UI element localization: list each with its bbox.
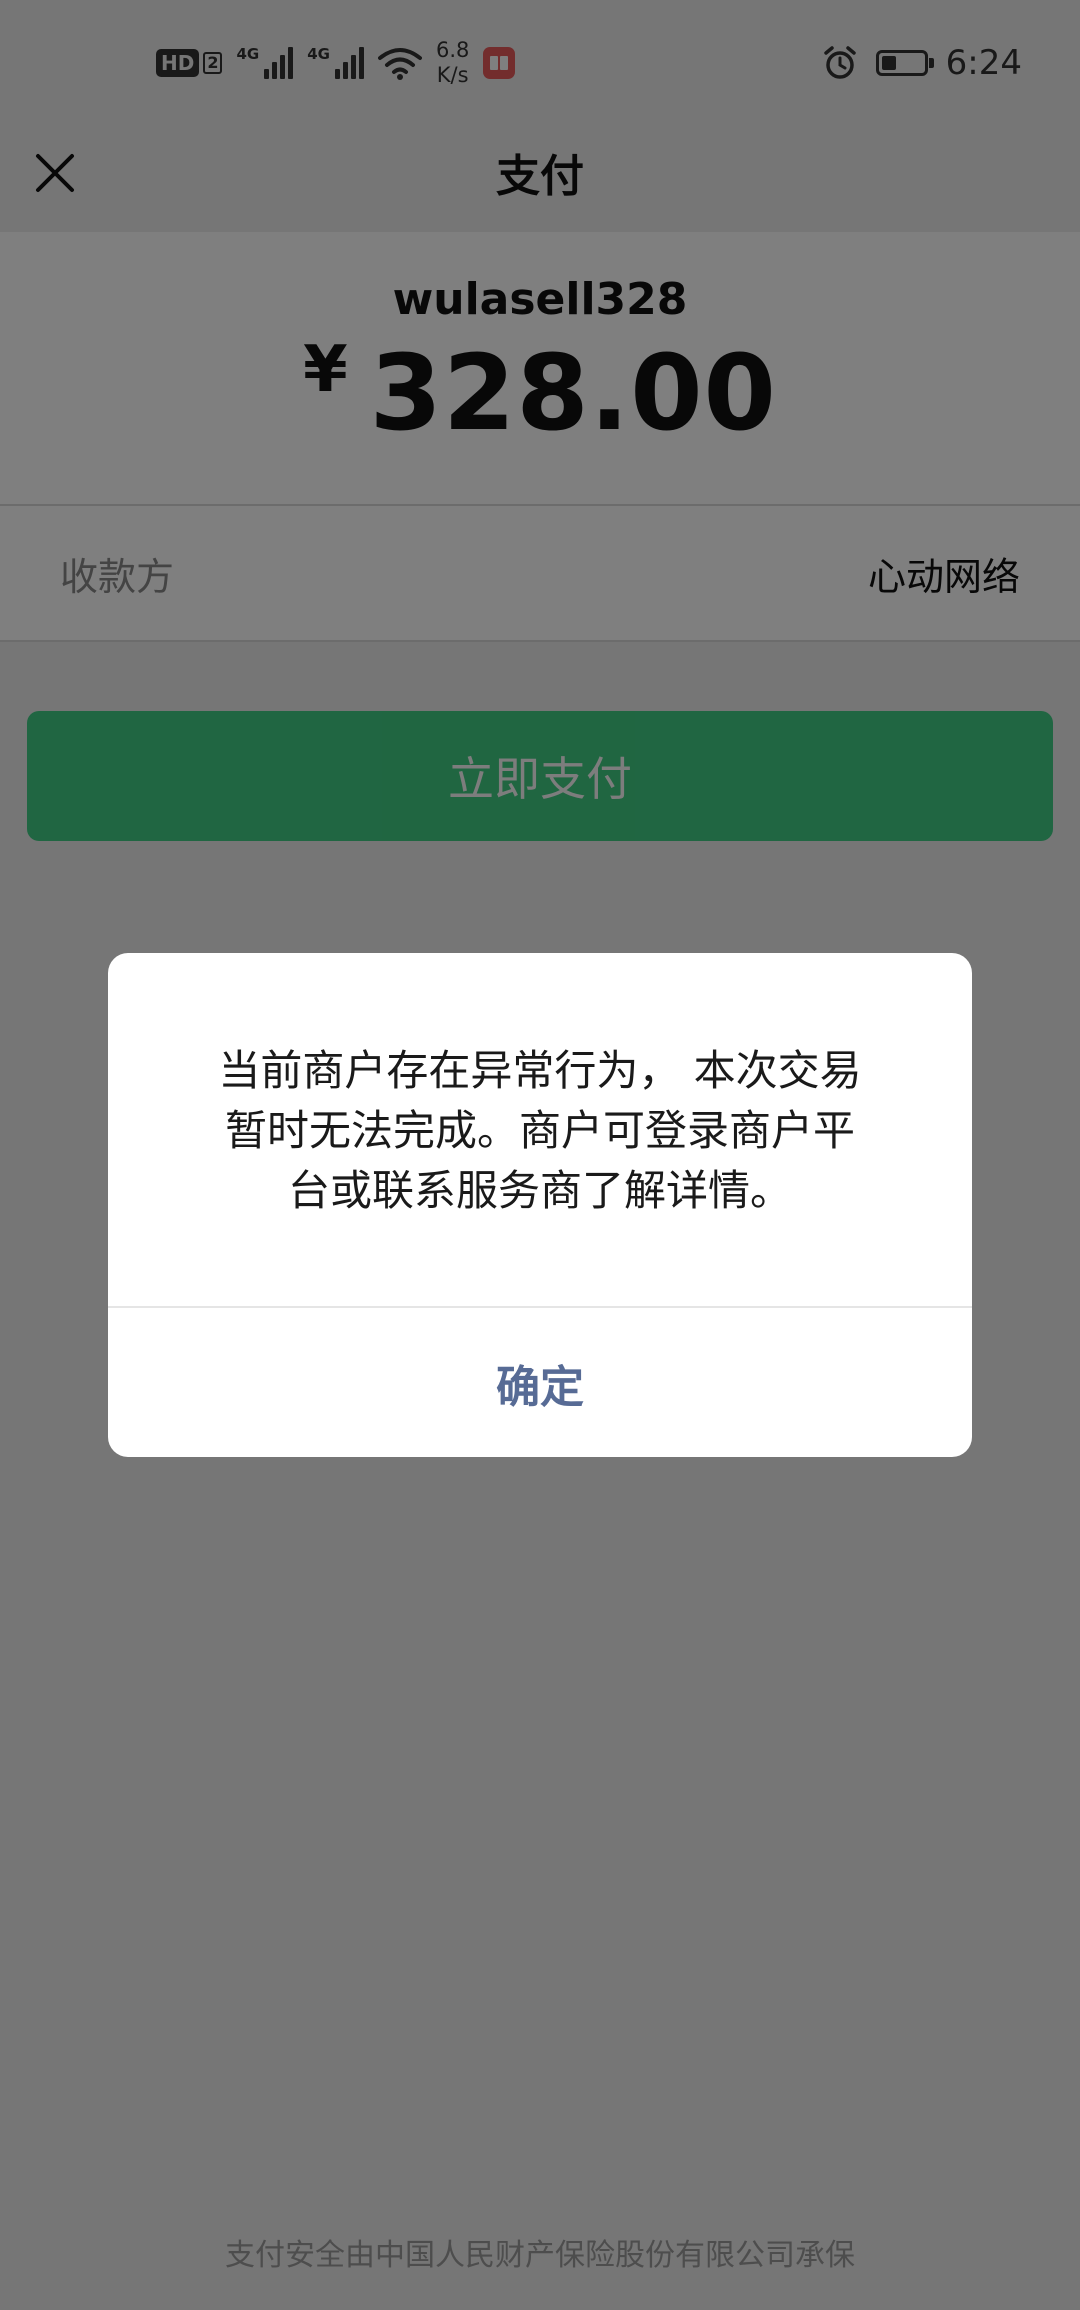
dialog-message-line-1: 当前商户存在异常行为， 本次交易 [218,1046,862,1095]
dialog-message-line-3: 台或联系服务商了解详情。 [287,1166,792,1215]
dialog-message-line-2: 暂时无法完成。商户可登录商户平 [224,1106,855,1155]
confirm-button[interactable]: 确定 [108,1308,972,1457]
dialog-message: 当前商户存在异常行为， 本次交易 暂时无法完成。商户可登录商户平 台或联系服务商… [178,1041,902,1221]
alert-dialog: 当前商户存在异常行为， 本次交易 暂时无法完成。商户可登录商户平 台或联系服务商… [108,953,972,1457]
